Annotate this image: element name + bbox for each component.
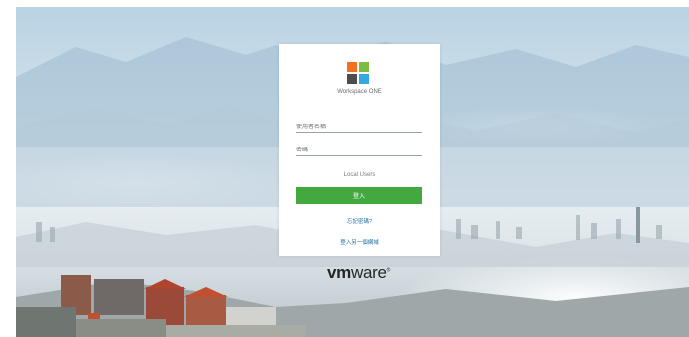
workspace-one-logo-icon [347,62,369,84]
vmware-logo-text: ware [350,263,387,282]
trademark-symbol: ® [386,267,391,274]
product-name: Workspace ONE [337,89,382,95]
forgot-password-link[interactable]: 忘記密碼? [279,217,440,225]
vmware-logo: vmware® [327,263,390,283]
username-input[interactable] [296,124,422,133]
login-card: Workspace ONE Local Users 登入 忘記密碼? 登入另一個… [279,44,440,256]
domain-label: Local Users [343,172,376,178]
select-different-domain-link[interactable]: 登入另一個網域 [279,238,440,246]
sign-in-button[interactable]: 登入 [296,187,422,204]
vmware-logo-bold-text: vm [327,263,351,282]
password-input[interactable] [296,147,422,156]
